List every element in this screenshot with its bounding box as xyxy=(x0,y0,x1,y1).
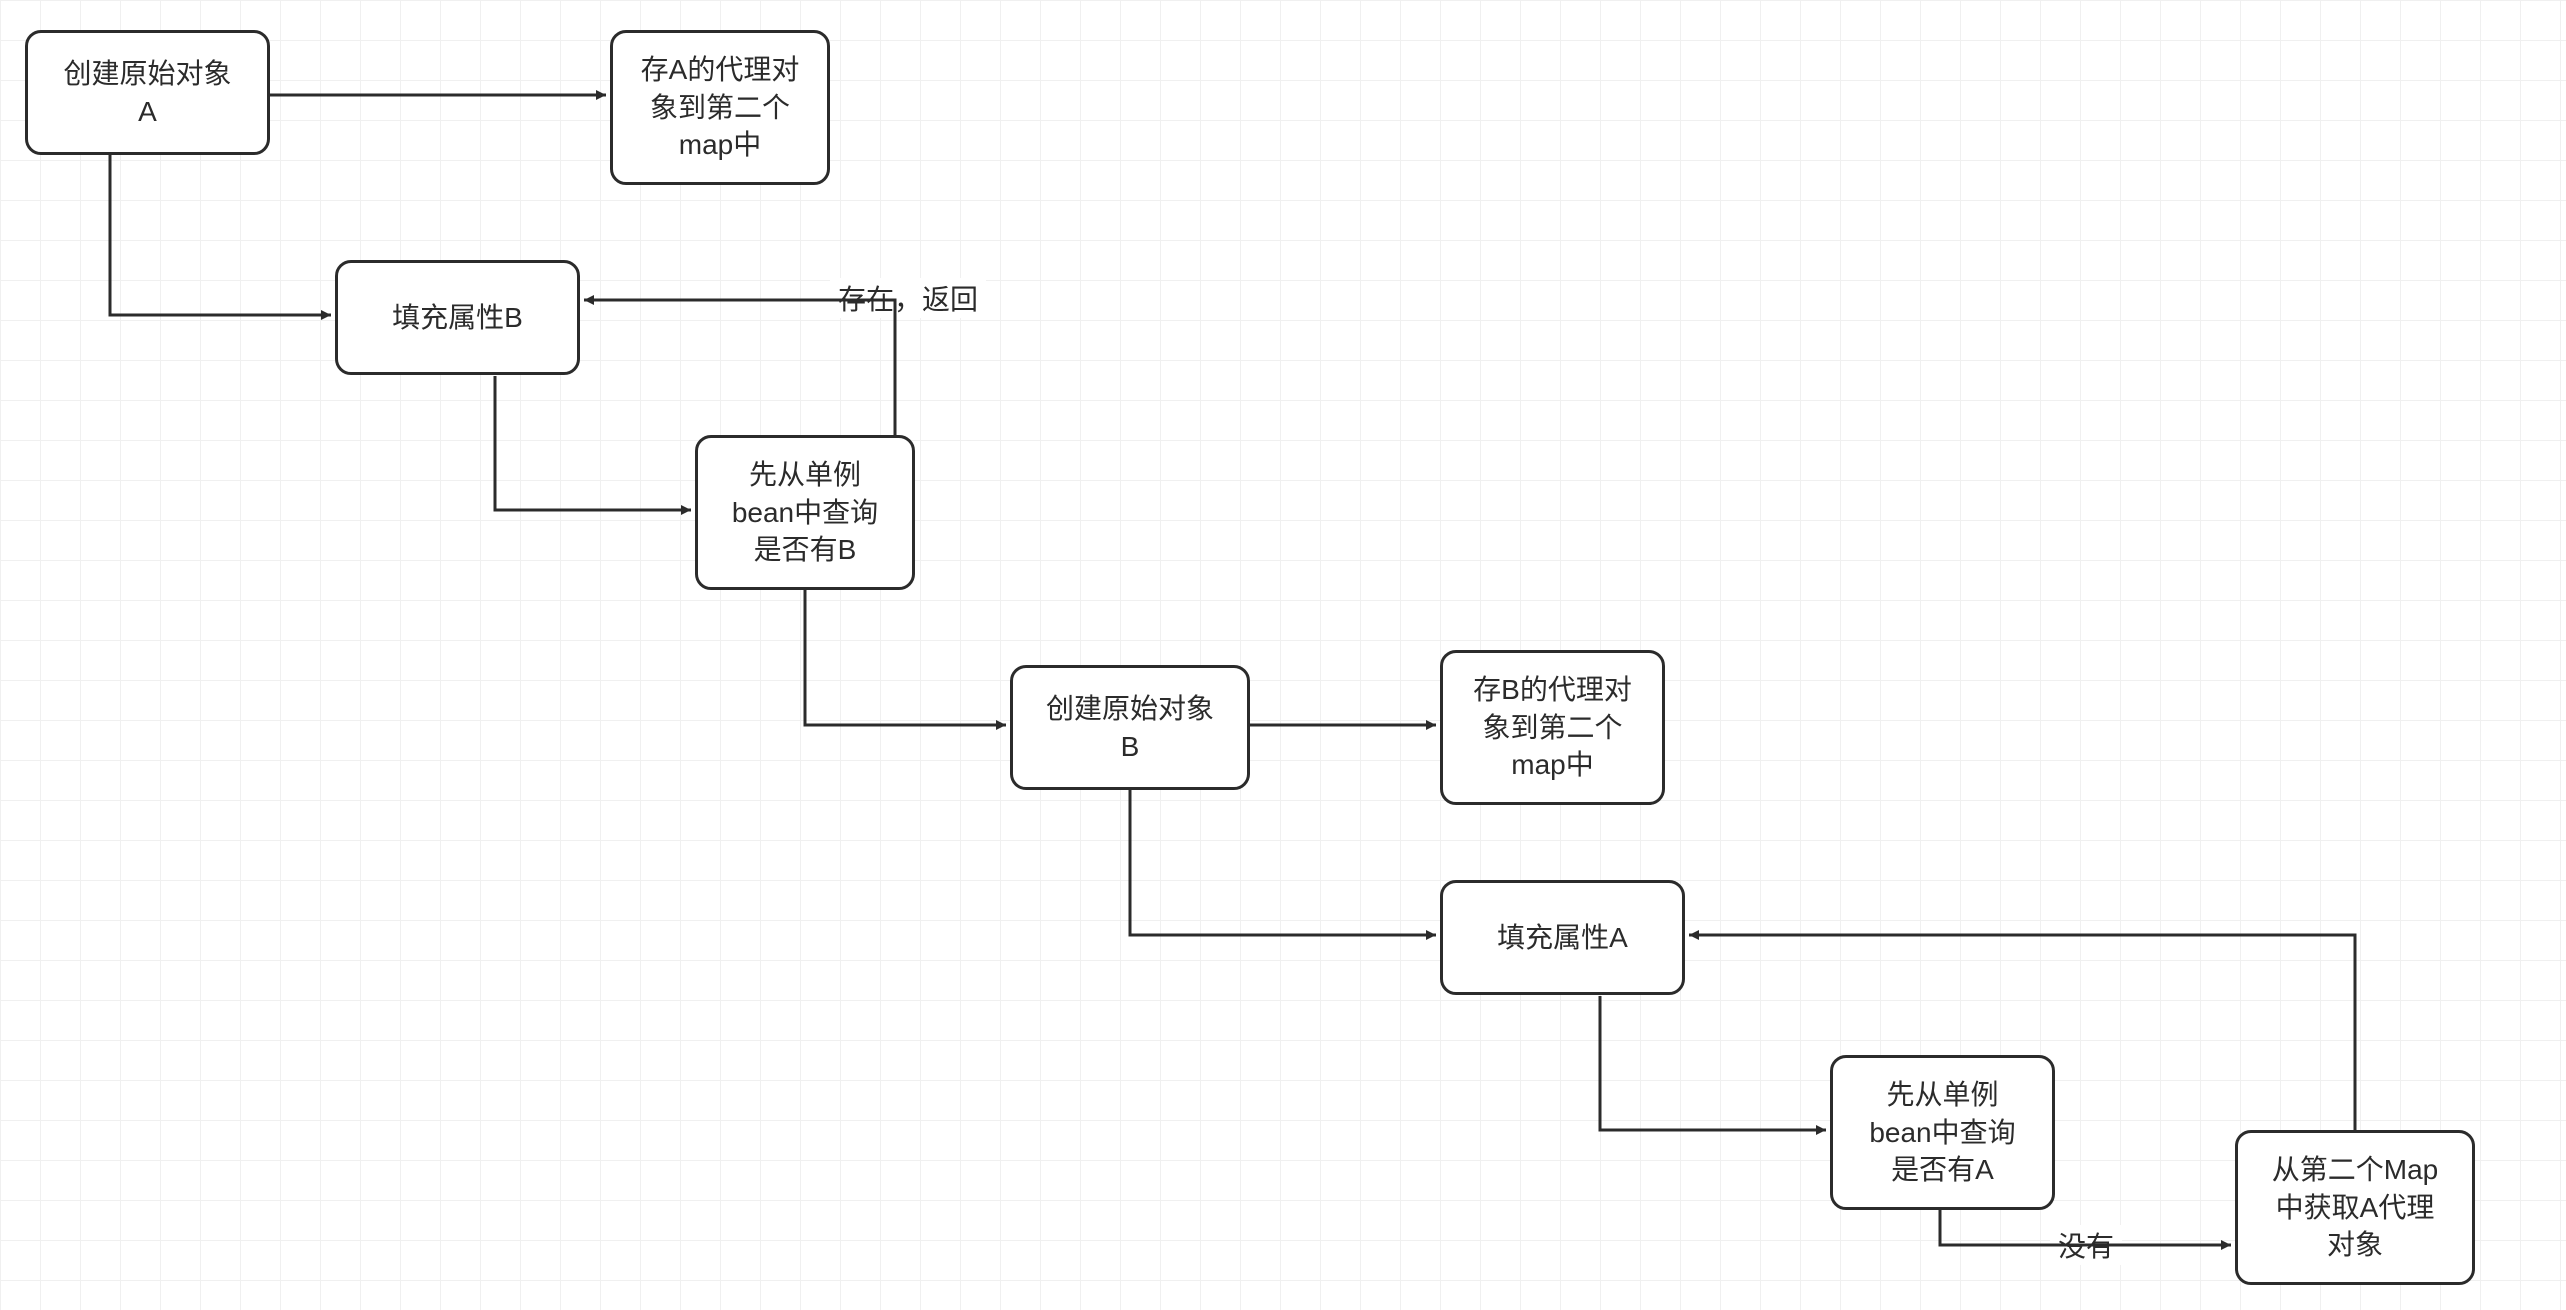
edge-n4-n3 xyxy=(584,300,895,435)
edge-n5-n7 xyxy=(1130,790,1436,935)
edges-layer xyxy=(0,0,2566,1310)
edge-n3-n4 xyxy=(495,376,691,510)
edge-n4-n5 xyxy=(805,590,1006,725)
flowchart-canvas: 创建原始对象 A 存A的代理对 象到第二个 map中 填充属性B 先从单例 be… xyxy=(0,0,2566,1310)
edge-n9-n7 xyxy=(1689,935,2355,1130)
edge-n8-n9 xyxy=(1940,1210,2231,1245)
edge-n1-n3 xyxy=(110,155,331,315)
edge-n7-n8 xyxy=(1600,996,1826,1130)
